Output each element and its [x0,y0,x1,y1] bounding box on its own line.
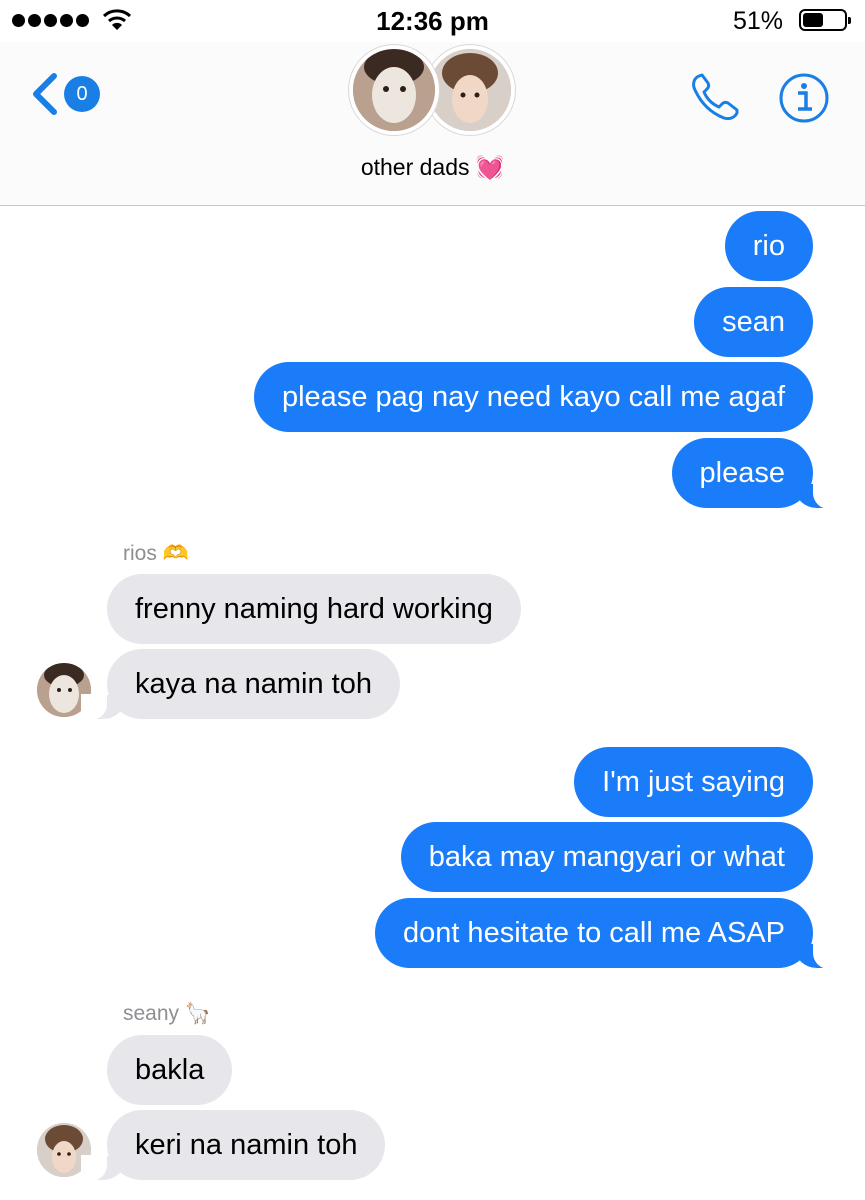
outgoing-message[interactable]: sean [694,287,813,357]
sender-name: rios 🫶 [123,542,189,565]
info-icon[interactable] [778,72,830,124]
group-name[interactable]: other dads 💓 [0,154,865,181]
conversation-header: 0 other dads 💓 [0,42,865,206]
group-name-text: other dads [360,154,470,180]
group-avatar-rios[interactable] [349,45,439,135]
sender-name: seany 🦙 [123,1002,212,1025]
status-bar: 12:36 pm 51% [0,0,865,42]
battery-icon [799,9,851,31]
unread-count-badge[interactable]: 0 [64,76,100,112]
back-chevron-icon[interactable] [30,72,60,116]
incoming-message[interactable]: kaya na namin toh [81,649,400,720]
outgoing-message[interactable]: dont hesitate to call me ASAP [374,898,840,969]
outgoing-message[interactable]: baka may mangyari or what [400,822,813,892]
incoming-message[interactable]: bakla [107,1035,233,1105]
outgoing-message[interactable]: please [671,438,840,509]
phone-icon[interactable] [689,70,743,124]
incoming-message[interactable]: keri na namin toh [80,1110,386,1181]
group-name-emoji: 💓 [475,154,505,180]
outgoing-message[interactable]: please pag nay need kayo call me agaf [253,362,813,432]
outgoing-message[interactable]: I'm just saying [574,747,813,817]
incoming-message[interactable]: frenny naming hard working [107,574,521,644]
outgoing-message[interactable]: rio [724,211,813,281]
battery-percentage: 51% [732,7,783,35]
